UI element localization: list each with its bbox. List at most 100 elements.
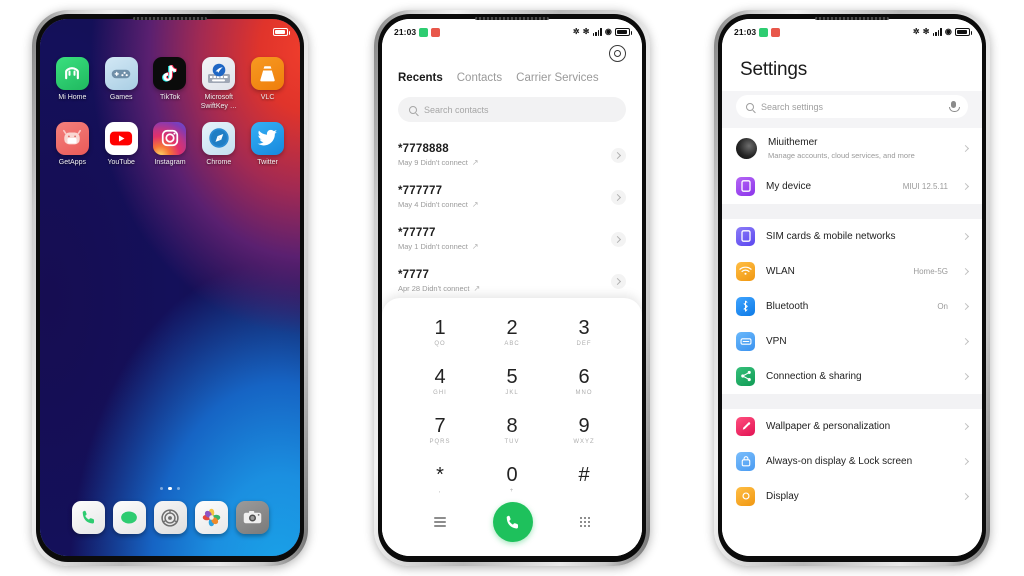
twitter-icon[interactable]	[251, 121, 285, 155]
settings-row-connection-sharing[interactable]: Connection & sharing	[722, 359, 982, 394]
app-getapps[interactable]: GetApps	[48, 121, 97, 168]
tiktok-icon[interactable]	[153, 57, 187, 90]
app-swiftkey[interactable]: Microsoft SwiftKey …	[194, 57, 243, 112]
chevron-right-icon[interactable]	[611, 231, 626, 247]
settings-dock-icon[interactable]	[153, 501, 187, 534]
app-tiktok[interactable]: TikTok	[146, 57, 195, 112]
app-youtube[interactable]: YouTube	[97, 121, 146, 168]
dialpad-key-star[interactable]: *,	[404, 459, 476, 500]
settings-row-display[interactable]: Display	[722, 479, 982, 514]
share-icon	[736, 366, 755, 386]
page-dot[interactable]	[159, 486, 164, 490]
settings-row-account[interactable]: Miuithemer Manage accounts, cloud servic…	[722, 128, 982, 169]
app-label: TikTok	[160, 94, 180, 101]
dialpad-key-0[interactable]: 0 +	[476, 459, 548, 500]
mi-home-icon[interactable]	[55, 57, 89, 90]
call-number: *77777	[398, 227, 436, 239]
search-placeholder: Search contacts	[424, 104, 489, 115]
settings-row-wlan[interactable]: WLAN Home-5G	[722, 254, 982, 289]
call-log-row[interactable]: *7777 Apr 28 Didn't connect ↗	[398, 260, 626, 302]
gear-icon[interactable]	[609, 45, 626, 62]
page-dot[interactable]	[176, 486, 181, 490]
app-label: Mi Home	[58, 94, 87, 101]
app-vlc[interactable]: VLC	[243, 57, 292, 112]
key-digit: 9	[578, 414, 590, 437]
phone-bezel: 21:03 ✲ ✼ ◉ Settings Search settings Miu…	[718, 14, 986, 562]
app-mi-home[interactable]: Mi Home	[48, 57, 97, 112]
photos-dock-icon[interactable]	[194, 501, 228, 534]
dialpad-icon[interactable]	[580, 517, 591, 527]
app-instagram[interactable]: Instagram	[146, 121, 195, 168]
dialpad-key-6[interactable]: 6 MNO	[548, 361, 620, 402]
bluetooth-icon: ✲	[912, 27, 920, 36]
call-log-row[interactable]: *7778888 May 9 Didn't connect ↗	[398, 134, 626, 176]
vlc-icon[interactable]	[251, 57, 285, 90]
settings-row-always-on-display[interactable]: Always-on display & Lock screen	[722, 444, 982, 479]
wifi-icon: ◉	[944, 27, 952, 36]
chevron-right-icon	[961, 144, 970, 152]
app-games[interactable]: Games	[97, 57, 146, 112]
chevron-right-icon	[961, 182, 970, 190]
chrome-icon[interactable]	[202, 121, 236, 155]
tab-recents[interactable]: Recents	[398, 72, 443, 84]
dialpad-action-row	[382, 502, 642, 542]
messages-dock-icon[interactable]	[112, 501, 146, 534]
call-detail: May 1 Didn't connect ↗	[398, 242, 479, 251]
call-log-row[interactable]: *777777 May 4 Didn't connect ↗	[398, 176, 626, 218]
key-letters: MNO	[575, 389, 593, 396]
settings-row-wallpaper[interactable]: Wallpaper & personalization	[722, 409, 982, 444]
app-twitter[interactable]: Twitter	[243, 121, 292, 168]
dialer-header: Recents Contacts Carrier Services Search…	[382, 41, 642, 122]
settings-row-bluetooth[interactable]: Bluetooth On	[722, 289, 982, 324]
wallpaper-icon	[736, 416, 755, 436]
app-chrome[interactable]: Chrome	[194, 121, 243, 168]
dialpad-key-9[interactable]: 9 WXYZ	[548, 410, 620, 451]
swiftkey-icon[interactable]	[202, 57, 236, 90]
camera-dock-icon[interactable]	[235, 501, 269, 534]
dialpad-key-hash[interactable]: #	[548, 459, 620, 500]
dialpad-key-1[interactable]: 1 QO	[404, 312, 476, 353]
lock-icon	[736, 451, 755, 471]
call-log-row[interactable]: *77777 May 1 Didn't connect ↗	[398, 218, 626, 260]
call-detail-text: Apr 28 Didn't connect	[398, 284, 470, 293]
settings-row-sim-cards[interactable]: SIM cards & mobile networks	[722, 219, 982, 254]
instagram-icon[interactable]	[153, 121, 187, 155]
key-digit: 8	[506, 414, 518, 437]
call-button-icon[interactable]	[492, 502, 533, 542]
dialpad-key-8[interactable]: 8 TUV	[476, 410, 548, 451]
tab-carrier-services[interactable]: Carrier Services	[516, 72, 598, 84]
dialpad-key-2[interactable]: 2 ABC	[476, 312, 548, 353]
settings-row-my-device[interactable]: My device MIUI 12.5.11	[722, 169, 982, 204]
status-bar-left: 21:03	[394, 27, 441, 37]
dialpad-key-3[interactable]: 3 DEF	[548, 312, 620, 353]
tab-contacts[interactable]: Contacts	[457, 72, 502, 84]
search-contacts-input[interactable]: Search contacts	[398, 97, 626, 122]
chevron-right-icon[interactable]	[611, 147, 626, 163]
games-icon[interactable]	[104, 57, 138, 90]
page-title: Settings	[740, 59, 808, 80]
page-dot-active[interactable]	[168, 486, 172, 490]
app-label: Twitter	[257, 158, 278, 166]
chevron-right-icon[interactable]	[611, 273, 626, 289]
chevron-right-icon	[961, 232, 970, 240]
chevron-right-icon[interactable]	[611, 189, 626, 205]
phone-dock-icon[interactable]	[71, 501, 105, 534]
microphone-icon[interactable]	[949, 101, 960, 112]
search-settings-input[interactable]: Search settings	[736, 95, 968, 118]
settings-row-value: MIUI 12.5.11	[902, 181, 948, 191]
youtube-icon[interactable]	[104, 121, 138, 155]
phone-mockup-settings: 21:03 ✲ ✼ ◉ Settings Search settings Miu…	[714, 10, 990, 566]
dialer-tabs: Recents Contacts Carrier Services	[398, 72, 626, 84]
dialpad-key-4[interactable]: 4 GHI	[404, 361, 476, 402]
outgoing-call-arrow-icon: ↗	[471, 200, 479, 209]
settings-row-vpn[interactable]: VPN	[722, 324, 982, 359]
hamburger-menu-icon[interactable]	[433, 517, 446, 527]
dialpad-key-7[interactable]: 7 PQRS	[404, 410, 476, 451]
status-bar-right: ✲ ✼ ◉	[573, 28, 632, 36]
getapps-icon[interactable]	[55, 121, 89, 155]
settings-app: 21:03 ✲ ✼ ◉ Settings Search settings Miu…	[722, 19, 982, 556]
dialpad-key-5[interactable]: 5 JKL	[476, 361, 548, 402]
phone-screen-settings: 21:03 ✲ ✼ ◉ Settings Search settings Miu…	[722, 19, 982, 556]
dialer-settings-row	[398, 41, 626, 62]
outgoing-call-arrow-icon: ↗	[471, 158, 479, 167]
